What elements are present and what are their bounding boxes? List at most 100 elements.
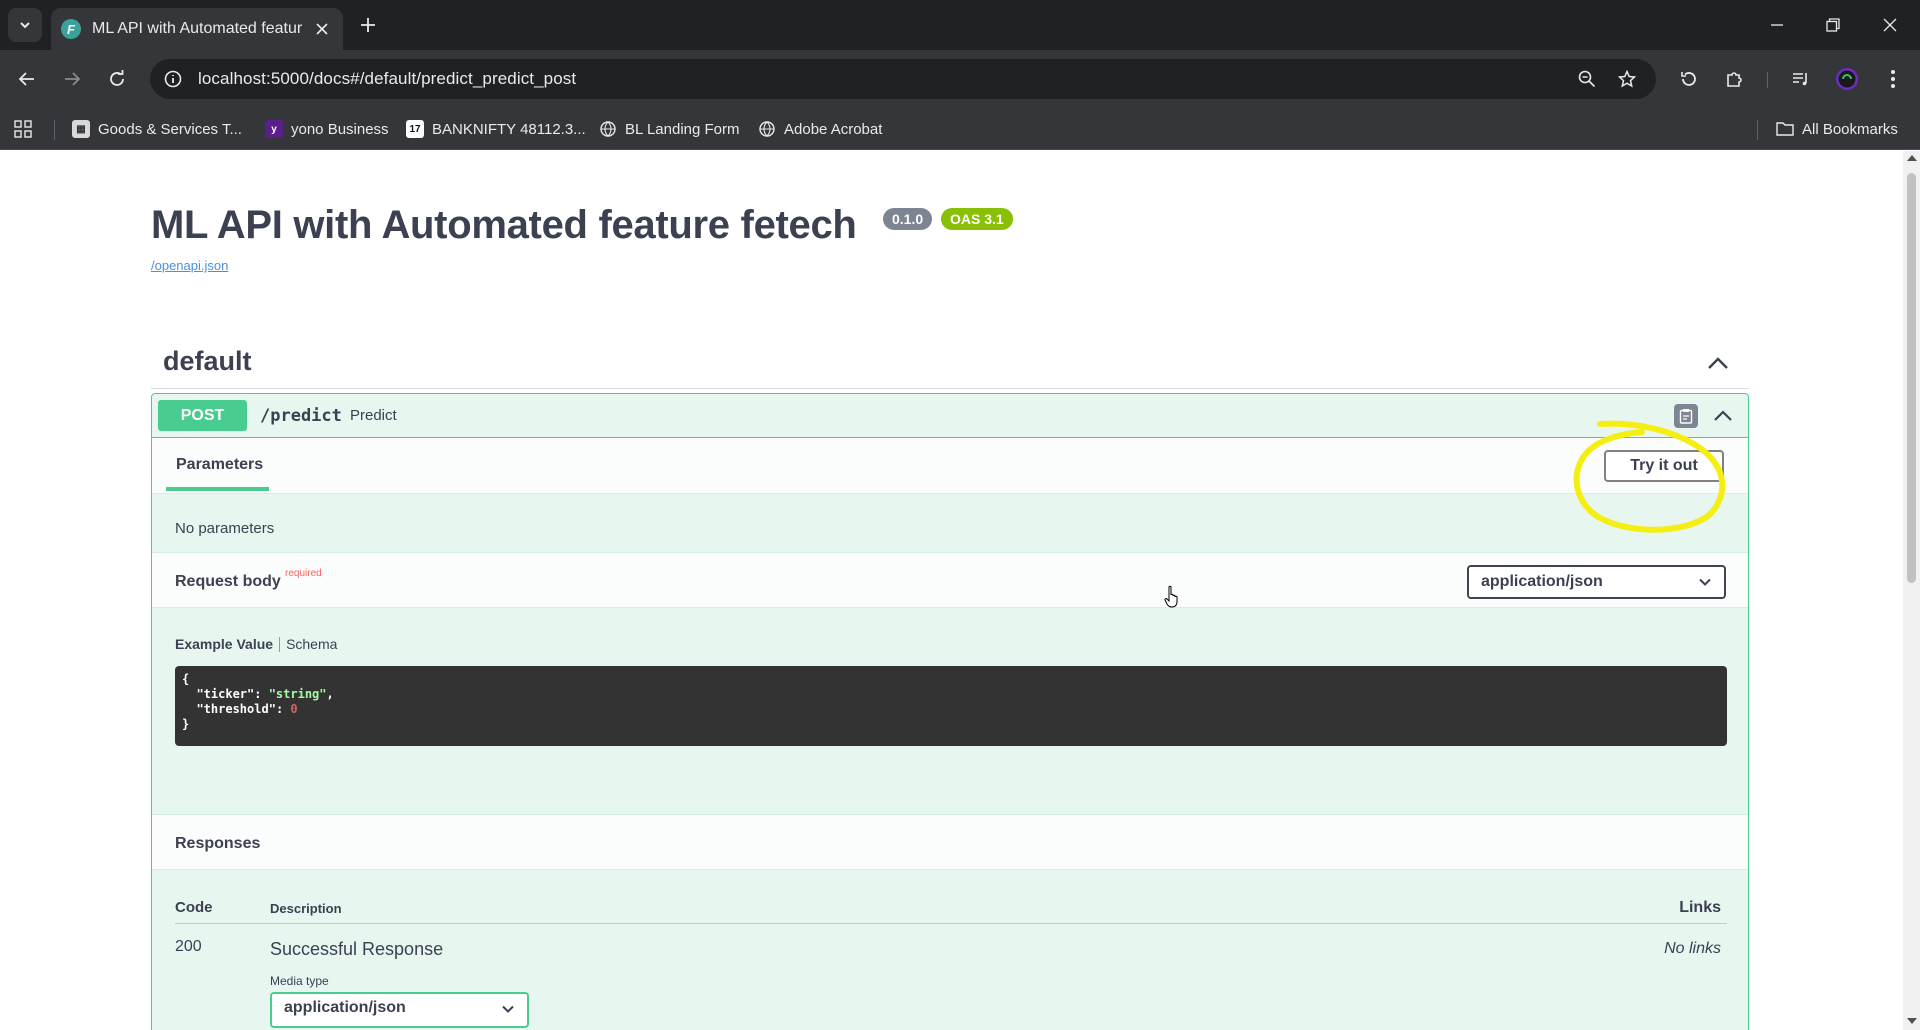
bookmark-bl-landing-form[interactable]: BL Landing Form <box>599 115 740 143</box>
page-scrollbar[interactable] <box>1903 151 1920 1030</box>
bookmark-gst[interactable]: ▦ Goods & Services T... <box>72 115 242 143</box>
bookmark-label: Goods & Services T... <box>98 120 242 138</box>
tab-example-value[interactable]: Example Value <box>175 636 273 652</box>
extensions-button[interactable] <box>1718 62 1752 96</box>
all-bookmarks-label: All Bookmarks <box>1802 120 1898 138</box>
responses-table-header: Code Description Links <box>175 894 1727 924</box>
tag-section-header[interactable]: default <box>151 336 1749 389</box>
address-bar[interactable]: localhost:5000/docs#/default/predict_pre… <box>150 59 1656 99</box>
media-type-label: Media type <box>270 974 329 988</box>
bookmarks-bar: ▦ Goods & Services T... y yono Business … <box>0 108 1920 150</box>
zoom-icon[interactable] <box>1574 68 1600 90</box>
bookmark-banknifty[interactable]: 17 BANKNIFTY 48112.3... <box>406 115 586 143</box>
close-window-button[interactable] <box>1873 10 1907 40</box>
example-schema-tabs: Example Value Schema <box>175 636 337 652</box>
globe-icon <box>758 120 776 138</box>
collapse-operation-button[interactable] <box>1710 403 1736 429</box>
yono-icon: y <box>265 120 283 138</box>
mouse-pointer-hand-icon <box>1164 585 1178 608</box>
minimize-button[interactable] <box>1760 10 1794 40</box>
puzzle-icon <box>1727 72 1742 87</box>
forward-arrow-icon <box>65 72 81 86</box>
profile-avatar[interactable] <box>1830 62 1864 96</box>
page-viewport: ML API with Automated feature fetech 0.1… <box>0 151 1903 1030</box>
back-arrow-icon <box>18 72 34 86</box>
new-tab-button[interactable] <box>355 12 381 38</box>
request-content-type-select[interactable]: application/json <box>1467 565 1726 599</box>
fastapi-favicon-icon: F <box>61 19 81 39</box>
bookmarks-divider <box>1757 120 1758 140</box>
tab-divider <box>279 636 281 652</box>
bookmark-yono[interactable]: y yono Business <box>265 115 389 143</box>
selected-content-type: application/json <box>1481 573 1603 590</box>
forward-button[interactable] <box>55 62 89 96</box>
responses-header: Responses <box>152 814 1748 870</box>
tab-strip: F ML API with Automated feature fetech <box>0 0 1920 50</box>
back-button[interactable] <box>10 62 44 96</box>
response-description: Successful Response <box>270 939 444 959</box>
copy-to-clipboard-button[interactable] <box>1674 404 1698 428</box>
request-body-header: Request body required application/json <box>152 552 1748 608</box>
json-key: "threshold" <box>196 702 276 716</box>
browser-tab[interactable]: F ML API with Automated feature fetech <box>51 8 343 50</box>
history-icon <box>1681 72 1696 86</box>
no-parameters-text: No parameters <box>175 520 275 537</box>
bookmark-adobe-acrobat[interactable]: Adobe Acrobat <box>758 115 882 143</box>
apps-grid-icon[interactable] <box>12 118 34 140</box>
scroll-down-arrow-icon[interactable] <box>1907 1018 1917 1024</box>
clipboard-icon <box>1679 409 1693 424</box>
all-bookmarks-button[interactable]: All Bookmarks <box>1776 115 1898 143</box>
media-queue-icon <box>1793 73 1807 86</box>
openapi-json-link[interactable]: /openapi.json <box>151 258 228 273</box>
bookmark-label: BL Landing Form <box>625 120 740 138</box>
scrollbar-thumb[interactable] <box>1907 173 1916 583</box>
restore-button[interactable] <box>1816 10 1850 40</box>
post-predict-operation: POST /predict Predict Parameters Try it … <box>151 393 1749 1030</box>
bookmark-label: yono Business <box>291 120 389 138</box>
tab-title: ML API with Automated feature fetech <box>92 20 302 37</box>
column-header-links: Links <box>1679 899 1721 916</box>
tab-close-button[interactable] <box>311 18 333 40</box>
media-control-button[interactable] <box>1784 62 1818 96</box>
history-button[interactable] <box>1672 62 1706 96</box>
kebab-menu-icon <box>1891 70 1895 88</box>
try-it-out-button[interactable]: Try it out <box>1604 450 1724 482</box>
version-badge: 0.1.0 <box>883 208 933 230</box>
reload-button[interactable] <box>100 62 134 96</box>
url-text: localhost:5000/docs#/default/predict_pre… <box>198 69 577 88</box>
scroll-up-arrow-icon[interactable] <box>1907 155 1917 161</box>
tab-parameters[interactable]: Parameters <box>166 456 269 474</box>
json-key: "ticker" <box>196 687 255 701</box>
tag-title: default <box>163 346 252 376</box>
avatar-icon <box>1836 68 1858 90</box>
bookmark-star-icon[interactable] <box>1614 68 1640 90</box>
close-icon <box>316 23 328 35</box>
tab-search-button[interactable] <box>8 8 42 42</box>
active-tab-indicator <box>166 487 269 491</box>
selected-media-type: application/json <box>284 999 406 1016</box>
restore-icon <box>1826 18 1840 32</box>
tradingview-icon: 17 <box>406 120 424 138</box>
response-code: 200 <box>175 938 202 955</box>
response-media-type-select[interactable]: application/json <box>270 992 529 1028</box>
response-links: No links <box>1664 940 1721 957</box>
chevron-down-icon <box>20 22 30 29</box>
close-icon <box>1883 18 1897 32</box>
folder-icon <box>1776 120 1794 138</box>
chevron-up-icon[interactable] <box>1705 350 1731 376</box>
request-body-title: Request body <box>175 573 281 590</box>
site-info-icon[interactable] <box>162 68 184 90</box>
operation-summary[interactable]: POST /predict Predict <box>152 394 1748 438</box>
plus-icon <box>361 18 375 32</box>
json-value: "string" <box>268 687 327 701</box>
oas-badge: OAS 3.1 <box>941 208 1013 230</box>
reload-icon <box>110 70 124 86</box>
chrome-menu-button[interactable] <box>1876 62 1910 96</box>
gst-icon: ▦ <box>72 120 90 138</box>
method-badge: POST <box>158 400 247 431</box>
globe-icon <box>599 120 617 138</box>
api-title: ML API with Automated feature fetech <box>151 203 857 247</box>
chevron-down-icon <box>1699 578 1711 586</box>
tab-schema[interactable]: Schema <box>286 636 337 652</box>
toolbar-divider <box>1767 72 1768 88</box>
